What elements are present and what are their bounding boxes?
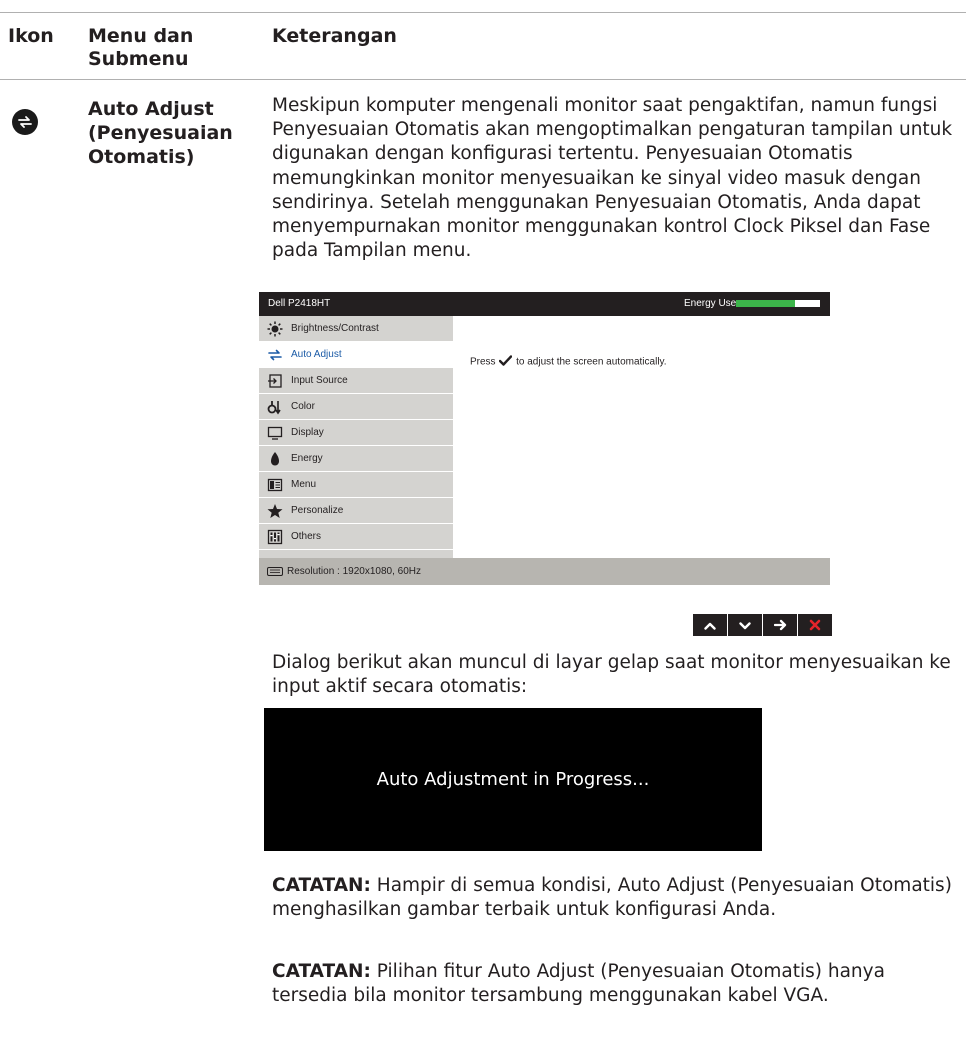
star-icon	[267, 503, 283, 519]
osd-energy-bar	[736, 300, 820, 307]
osd-menu-item-label: Brightness/Contrast	[291, 323, 379, 334]
osd-message-suffix: to adjust the screen automatically.	[516, 356, 667, 368]
row-title: Auto Adjust (Penyesuaian Otomatis)	[88, 98, 233, 168]
top-rule	[0, 12, 966, 13]
dialog-intro-text: Dialog berikut akan muncul di layar gela…	[272, 652, 951, 698]
note-text: Hampir di semua kondisi, Auto Adjust (Pe…	[272, 875, 952, 921]
energy-icon	[267, 451, 283, 467]
note-2: CATATAN: Pilihan fitur Auto Adjust (Peny…	[272, 960, 962, 1008]
header-menu-column: Menu dan Submenu	[88, 25, 194, 70]
menu-icon	[267, 477, 283, 493]
osd-menu-item-label: Others	[291, 531, 322, 542]
osd-menu-item-energy[interactable]: Energy	[259, 446, 453, 472]
chevron-down-icon	[739, 616, 751, 635]
osd-menu-item-brightness[interactable]: Brightness/Contrast	[259, 316, 453, 342]
note-label: CATATAN:	[272, 875, 371, 896]
osd-energy-label: Energy Use	[684, 298, 737, 309]
auto-adjust-icon	[12, 109, 38, 135]
header-icon-column: Ikon	[8, 25, 54, 47]
osd-menu-item-others[interactable]: Others	[259, 524, 453, 550]
others-icon	[267, 529, 283, 545]
nav-close-button[interactable]	[798, 614, 832, 636]
chevron-up-icon	[704, 616, 716, 635]
auto-adjust-icon	[267, 347, 283, 363]
input-source-icon	[267, 373, 283, 389]
color-icon	[267, 399, 283, 415]
arrow-right-icon	[773, 616, 787, 635]
osd-menu-item-personalize[interactable]: Personalize	[259, 498, 453, 524]
nav-up-button[interactable]	[693, 614, 727, 636]
dialog-message: Auto Adjustment in Progress...	[376, 769, 650, 790]
osd-menu-item-menu[interactable]: Menu	[259, 472, 453, 498]
osd-menu-item-label: Auto Adjust	[291, 349, 342, 360]
osd-menu-item-label: Energy	[291, 453, 323, 464]
osd-status-bar: Resolution : 1920x1080, 60Hz	[259, 558, 830, 585]
osd-menu-item-label: Input Source	[291, 375, 348, 386]
nav-right-button[interactable]	[763, 614, 797, 636]
osd-message: Press to adjust the screen automatically…	[470, 355, 667, 369]
note-1: CATATAN: Hampir di semua kondisi, Auto A…	[272, 874, 962, 922]
note-label: CATATAN:	[272, 961, 371, 982]
osd-menu-item-label: Personalize	[291, 505, 344, 516]
nav-down-button[interactable]	[728, 614, 762, 636]
display-icon	[267, 425, 283, 441]
osd-menu-item-color[interactable]: Color	[259, 394, 453, 420]
osd-menu-list: Brightness/Contrast Auto Adjust Input So…	[259, 316, 453, 558]
osd-menu-item-label: Menu	[291, 479, 317, 490]
osd-menu-item-input-source[interactable]: Input Source	[259, 368, 453, 394]
resolution-icon	[267, 567, 283, 577]
auto-adjust-dialog: Auto Adjustment in Progress...	[264, 708, 762, 851]
osd-title-bar: Dell P2418HT Energy Use	[259, 292, 830, 316]
brightness-icon	[267, 321, 283, 337]
osd-menu-item-display[interactable]: Display	[259, 420, 453, 446]
row-description: Meskipun komputer mengenali monitor saat…	[272, 95, 953, 262]
header-rule	[0, 79, 966, 80]
osd-model-name: Dell P2418HT	[268, 298, 331, 309]
osd-menu-item-label: Color	[291, 401, 315, 412]
header-description-column: Keterangan	[272, 25, 397, 47]
close-icon	[809, 616, 821, 635]
osd-menu-item-label: Display	[291, 427, 324, 438]
osd-message-prefix: Press	[470, 356, 496, 368]
osd-menu-item-auto-adjust[interactable]: Auto Adjust	[259, 342, 453, 368]
osd-resolution-text: Resolution : 1920x1080, 60Hz	[287, 566, 421, 577]
checkmark-icon	[499, 355, 513, 369]
osd-energy-fill	[736, 300, 795, 307]
osd-menu-screenshot: Dell P2418HT Energy Use Brightness/Contr…	[259, 292, 830, 585]
